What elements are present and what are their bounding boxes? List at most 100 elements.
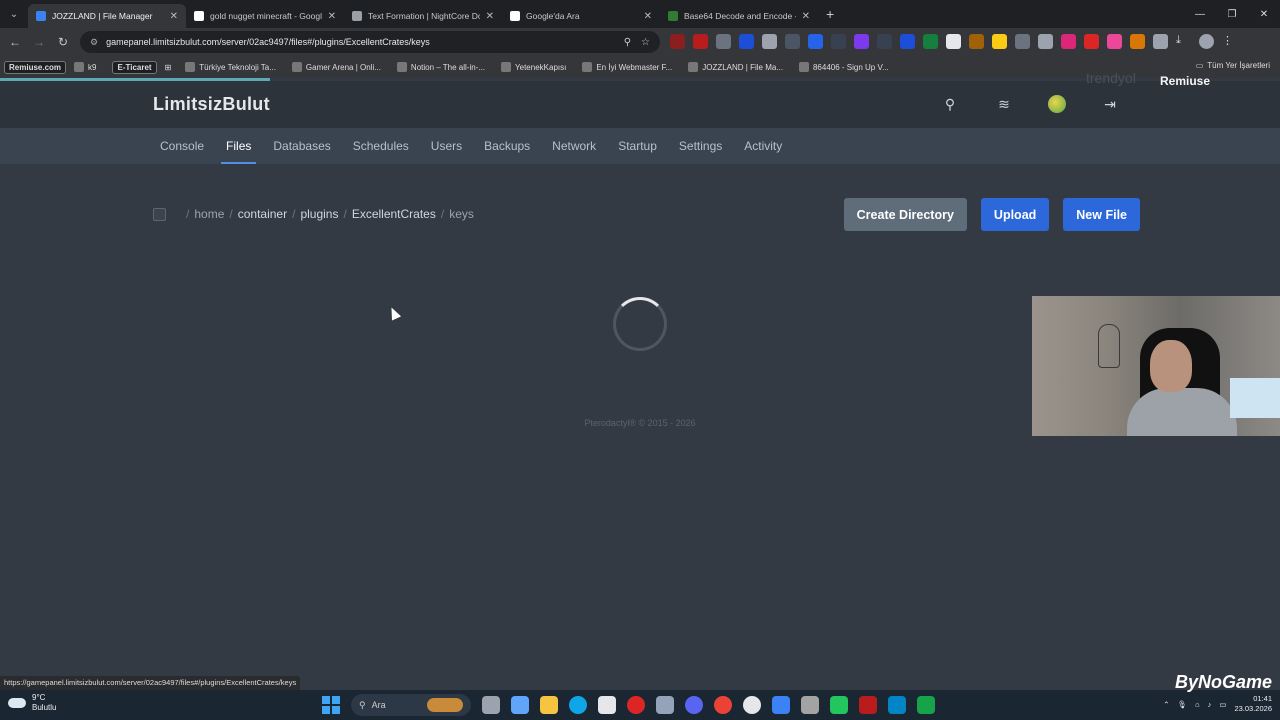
close-tab-icon[interactable]: ✕ <box>644 11 652 22</box>
close-tab-icon[interactable]: ✕ <box>486 11 494 22</box>
subnav-databases[interactable]: Databases <box>262 128 341 164</box>
subnav-backups[interactable]: Backups <box>473 128 541 164</box>
bookmark-item[interactable]: JOZZLAND | File Ma... <box>688 62 783 72</box>
subnav-users[interactable]: Users <box>420 128 473 164</box>
browser-tab[interactable]: Text Formation | NightCore Do ✕ <box>344 4 502 28</box>
weather-widget[interactable]: 9°C Bulutlu <box>8 693 56 713</box>
subnav-schedules[interactable]: Schedules <box>342 128 420 164</box>
extension-icon[interactable] <box>1038 34 1053 49</box>
subnav-files[interactable]: Files <box>215 128 262 164</box>
subnav-network[interactable]: Network <box>541 128 607 164</box>
extension-icon[interactable] <box>946 34 961 49</box>
file-explorer-icon[interactable] <box>540 696 558 714</box>
extension-icon[interactable] <box>1015 34 1030 49</box>
bookmark-item[interactable]: Notion – The all-in-... <box>396 62 485 72</box>
new-tab-button[interactable]: + <box>826 6 834 22</box>
breadcrumb-item[interactable]: ExcellentCrates <box>352 207 436 221</box>
create-directory-button[interactable]: Create Directory <box>843 198 967 231</box>
bookmark-item[interactable]: En İyi Webmaster F... <box>582 62 672 72</box>
tray-chevron-icon[interactable]: ⌃ <box>1163 700 1169 709</box>
minecraft-icon[interactable] <box>917 696 935 714</box>
copilot-icon[interactable] <box>511 696 529 714</box>
zoom-icon[interactable]: ⚲ <box>624 37 631 48</box>
address-url[interactable]: gamepanel.limitsizbulut.com/server/02ac9… <box>106 37 614 47</box>
close-tab-icon[interactable]: ✕ <box>802 11 810 22</box>
close-tab-icon[interactable]: ✕ <box>328 11 336 22</box>
brand-logo-text[interactable]: LimitsizBulut <box>153 94 270 115</box>
subnav-settings[interactable]: Settings <box>668 128 733 164</box>
bookmark-item[interactable]: Remiuse.com <box>4 60 67 74</box>
extension-icon[interactable] <box>923 34 938 49</box>
browser-tab[interactable]: JOZZLAND | File Manager ✕ <box>28 4 186 28</box>
network-icon[interactable]: ⌂ <box>1195 700 1200 709</box>
extension-icon[interactable] <box>670 34 685 49</box>
translate-icon[interactable] <box>808 34 823 49</box>
back-icon[interactable]: ← <box>3 30 27 54</box>
discord-icon[interactable] <box>685 696 703 714</box>
breadcrumb-item[interactable]: plugins <box>300 207 338 221</box>
bookmark-item[interactable]: Gamer Arena | Onli... <box>291 62 381 72</box>
extension-icon[interactable] <box>877 34 892 49</box>
apps-grid-icon[interactable]: ⊞ <box>165 63 172 72</box>
edge-icon[interactable] <box>569 696 587 714</box>
new-file-button[interactable]: New File <box>1063 198 1140 231</box>
downloads-icon[interactable]: ⤓ <box>1176 34 1191 49</box>
minimize-icon[interactable]: — <box>1184 0 1216 28</box>
upload-button[interactable]: Upload <box>980 198 1050 231</box>
app-icon[interactable] <box>772 696 790 714</box>
close-window-icon[interactable]: ✕ <box>1248 0 1280 28</box>
forward-icon[interactable]: → <box>27 30 51 54</box>
extension-icon[interactable] <box>1107 34 1122 49</box>
reload-icon[interactable]: ↻ <box>51 30 75 54</box>
search-icon[interactable]: ⚲ <box>940 94 960 114</box>
app-icon[interactable] <box>801 696 819 714</box>
pen-icon[interactable] <box>762 34 777 49</box>
battery-icon[interactable]: ▭ <box>1219 700 1226 709</box>
tab-search-icon[interactable]: ⌄ <box>0 0 28 28</box>
address-bar[interactable]: ⚙ gamepanel.limitsizbulut.com/server/02a… <box>80 31 660 53</box>
restore-icon[interactable]: ❐ <box>1216 0 1248 28</box>
extension-icon[interactable] <box>969 34 984 49</box>
browser-tab[interactable]: Base64 Decode and Encode - C ✕ <box>660 4 818 28</box>
store-icon[interactable] <box>598 696 616 714</box>
windows-start-icon[interactable] <box>322 696 340 714</box>
extension-icon[interactable] <box>739 34 754 49</box>
chrome-icon[interactable] <box>714 696 732 714</box>
extension-icon[interactable] <box>1130 34 1145 49</box>
app-icon[interactable] <box>888 696 906 714</box>
app-icon[interactable] <box>656 696 674 714</box>
bookmark-star-icon[interactable]: ☆ <box>641 37 650 48</box>
subnav-console[interactable]: Console <box>149 128 215 164</box>
steam-icon[interactable] <box>743 696 761 714</box>
shield-icon[interactable] <box>785 34 800 49</box>
extension-icon[interactable] <box>1061 34 1076 49</box>
layers-icon[interactable]: ≋ <box>994 94 1014 114</box>
bookmark-item[interactable]: E-Ticaret <box>112 60 157 74</box>
clock[interactable]: 01:41 23.03.2026 <box>1234 694 1272 714</box>
camera-icon[interactable] <box>716 34 731 49</box>
volume-icon[interactable]: ♪ <box>1208 700 1212 709</box>
logout-icon[interactable]: ⇥ <box>1100 94 1120 114</box>
download-extension-icon[interactable] <box>900 34 915 49</box>
select-all-checkbox[interactable] <box>153 207 166 221</box>
profile-avatar[interactable] <box>1199 34 1214 49</box>
bookmark-item[interactable]: YetenekKapısı <box>501 62 566 72</box>
browser-tab[interactable]: Google'da Ara ✕ <box>502 4 660 28</box>
breadcrumb-item[interactable]: home <box>194 207 224 221</box>
extension-icon[interactable] <box>831 34 846 49</box>
subnav-activity[interactable]: Activity <box>733 128 793 164</box>
site-info-icon[interactable]: ⚙ <box>90 37 98 48</box>
bookmark-item[interactable]: k9 <box>74 62 96 72</box>
filezilla-icon[interactable] <box>859 696 877 714</box>
task-view-icon[interactable] <box>482 696 500 714</box>
extension-icon[interactable] <box>1084 34 1099 49</box>
extension-icon[interactable] <box>992 34 1007 49</box>
microphone-icon[interactable]: 🎙 <box>1178 700 1188 709</box>
browser-menu-icon[interactable]: ⋮ <box>1222 34 1237 49</box>
bookmark-item[interactable]: Türkiye Teknoloji Ta... <box>185 62 276 72</box>
all-bookmarks-folder[interactable]: ▭ Tüm Yer İşaretleri <box>1196 61 1270 70</box>
breadcrumb-item[interactable]: container <box>238 207 287 221</box>
opera-icon[interactable] <box>627 696 645 714</box>
browser-tab[interactable]: gold nugget minecraft - Google ✕ <box>186 4 344 28</box>
extension-icon[interactable] <box>854 34 869 49</box>
